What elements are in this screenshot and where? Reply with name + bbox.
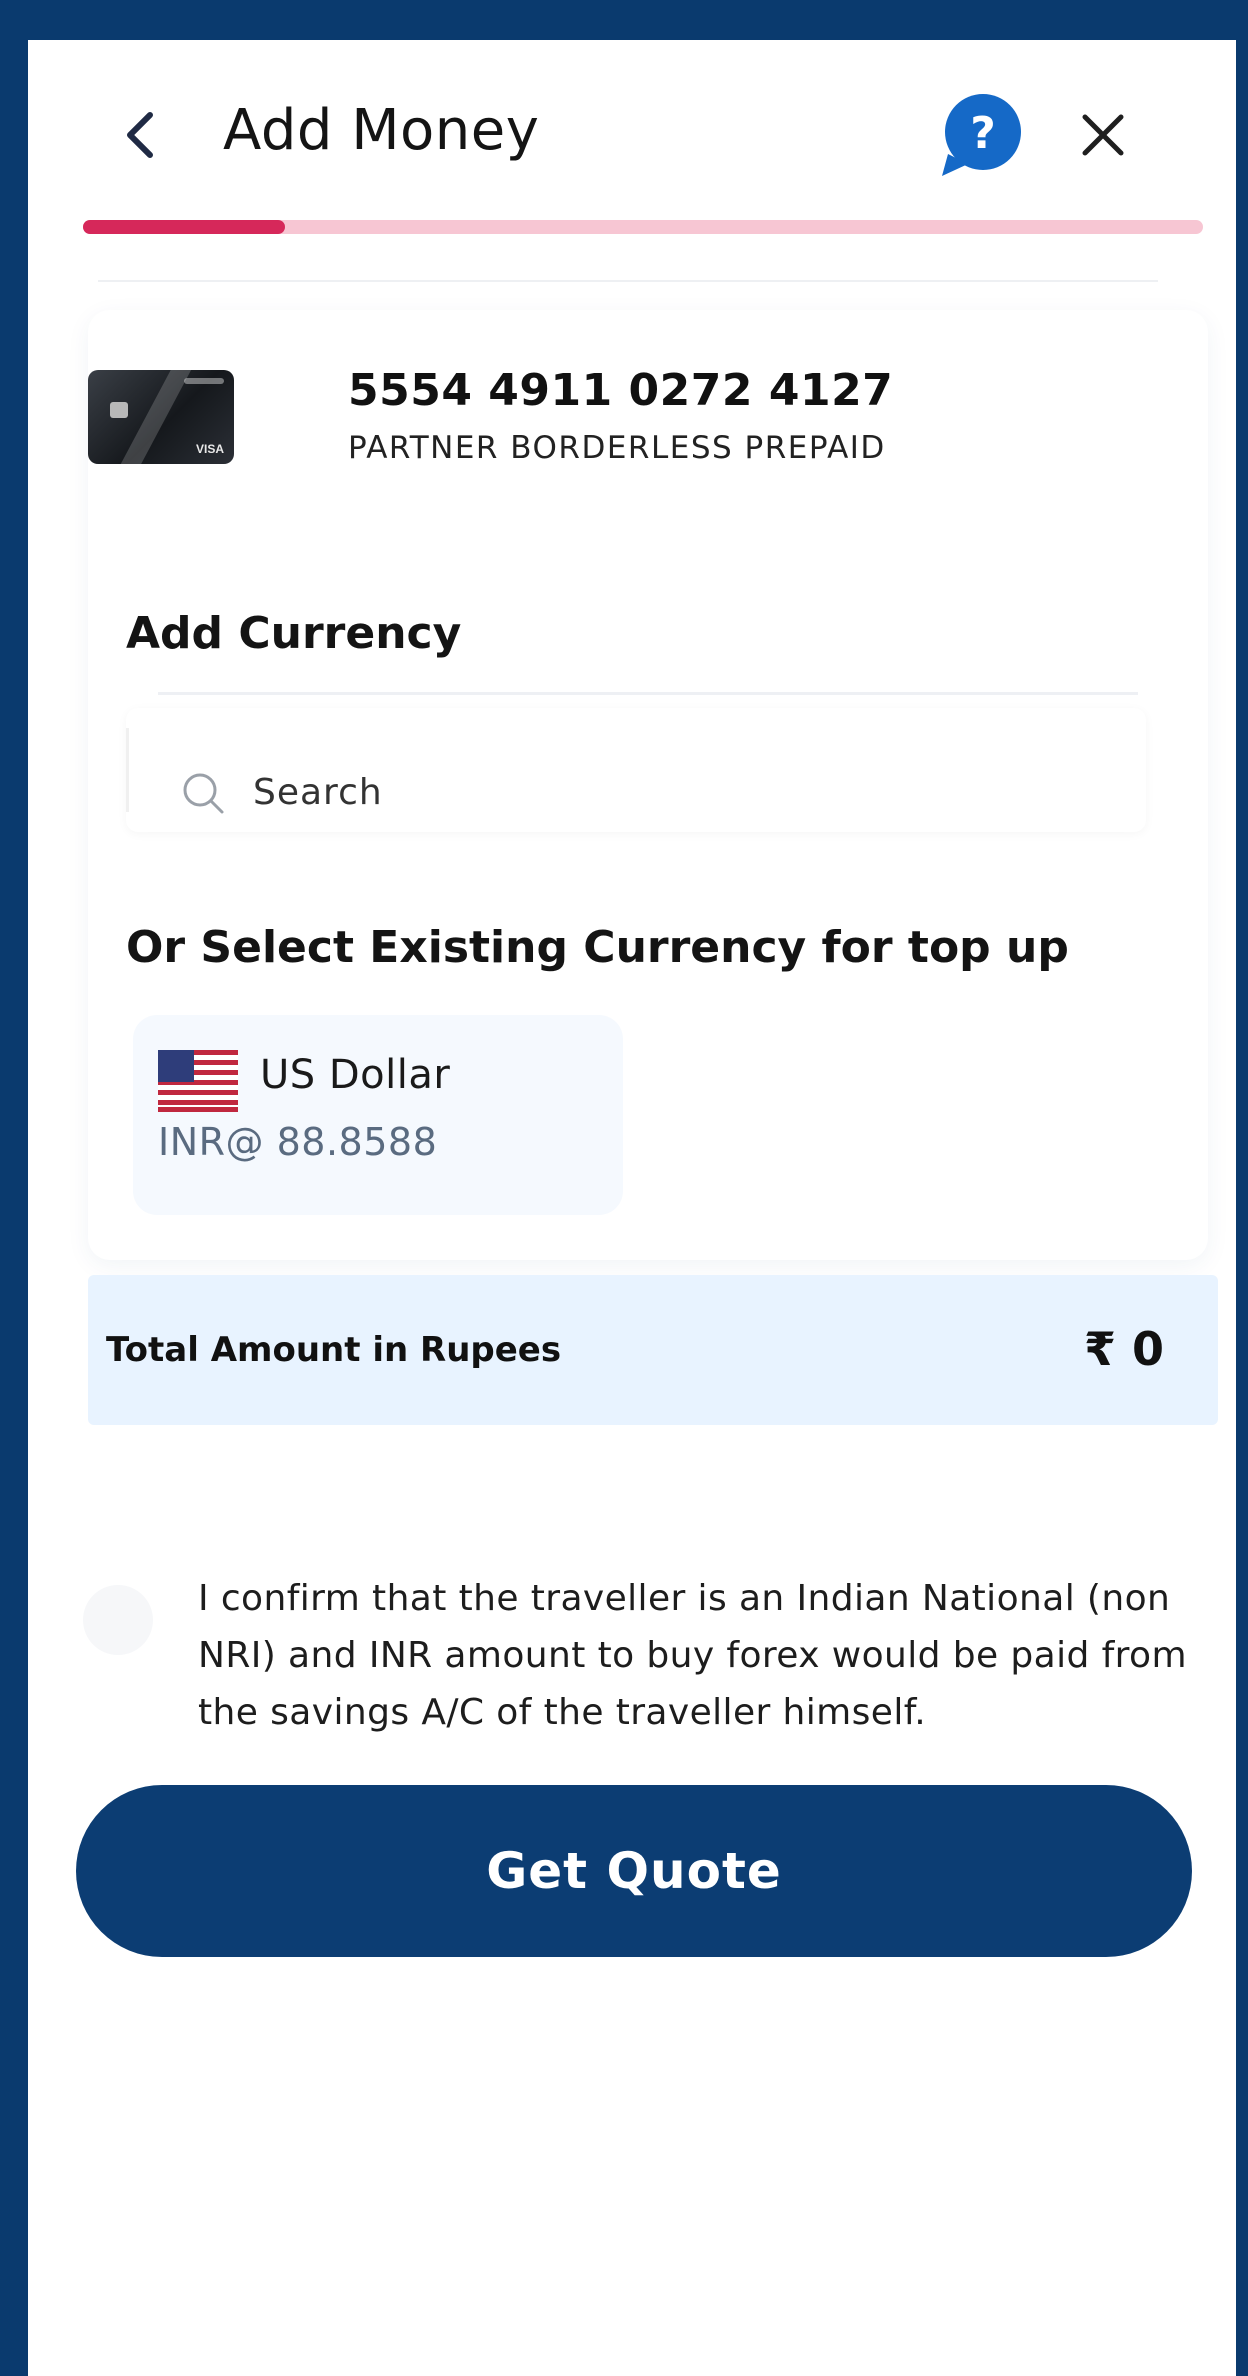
get-quote-label: Get Quote [486, 1842, 782, 1900]
card-tag [184, 378, 224, 384]
divider [98, 280, 1158, 282]
search-icon [183, 773, 224, 814]
progress-fill [83, 220, 285, 234]
currency-name: US Dollar [260, 1052, 451, 1098]
search-separator [126, 728, 129, 812]
chevron-left-icon [127, 112, 153, 158]
page-title: Add Money [223, 98, 540, 163]
us-flag-icon [158, 1050, 238, 1112]
svg-text:?: ? [970, 108, 996, 159]
currency-rate: INR@ 88.8588 [158, 1120, 438, 1164]
card-chip [110, 402, 128, 418]
confirm-text: I confirm that the traveller is an India… [198, 1578, 1187, 1733]
total-amount-label: Total Amount in Rupees [106, 1330, 562, 1370]
card-streak [118, 370, 196, 464]
get-quote-button[interactable]: Get Quote [76, 1785, 1192, 1957]
total-amount-value: ₹ 0 [1083, 1322, 1164, 1376]
header: Add Money ? [28, 40, 1236, 234]
close-button[interactable] [1068, 100, 1138, 170]
help-button[interactable]: ? [938, 92, 1028, 178]
card-brand: VISA [195, 442, 224, 456]
back-button[interactable] [110, 100, 170, 170]
card-name: PARTNER BORDERLESS PREPAID [348, 430, 886, 466]
add-money-screen: Add Money ? VISA 5554 4911 0272 4127 PAR… [28, 40, 1236, 2376]
currency-tile-usd[interactable] [133, 1015, 623, 1215]
progress-bar [83, 220, 1203, 234]
search-placeholder: Search [253, 772, 383, 813]
card-image: VISA [88, 370, 234, 464]
help-bubble-icon: ? [942, 94, 1021, 176]
existing-currency-label: Or Select Existing Currency for top up [126, 922, 1069, 973]
add-currency-label: Add Currency [126, 608, 462, 659]
confirm-checkbox[interactable] [83, 1585, 153, 1655]
close-icon [1082, 114, 1124, 156]
card-number: 5554 4911 0272 4127 [348, 365, 894, 416]
search-input[interactable] [126, 708, 1146, 832]
search-divider [158, 692, 1138, 695]
